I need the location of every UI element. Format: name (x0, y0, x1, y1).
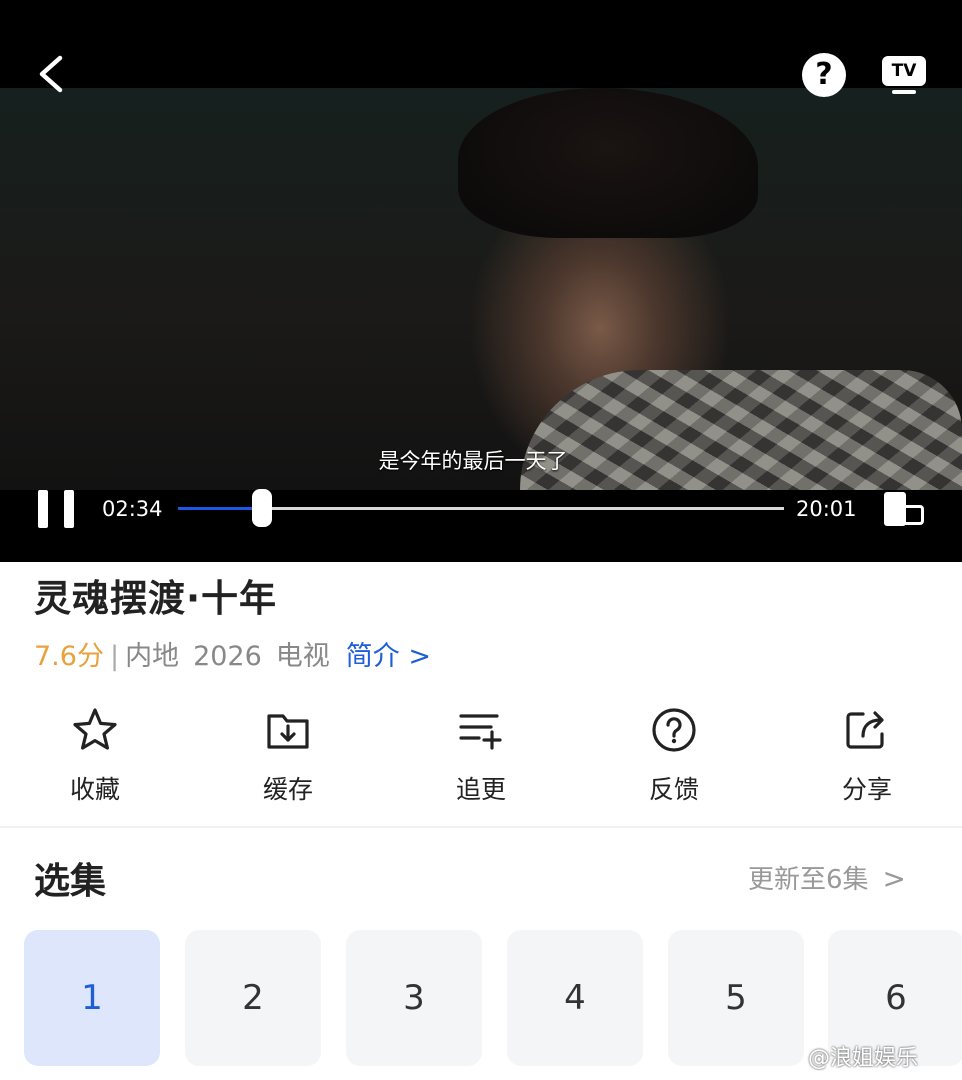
episode-button-2[interactable]: 2 (185, 930, 321, 1066)
video-player[interactable]: 是今年的最后一天了 ? TV 02:34 20:01 (0, 0, 962, 562)
tv-cast-button[interactable]: TV (880, 52, 930, 100)
watermark: @浪姐娱乐 (808, 1046, 919, 1071)
feedback-button[interactable]: 反馈 (609, 700, 739, 810)
tv-icon: TV (882, 56, 926, 86)
show-title: 灵魂摆渡·十年 (34, 577, 278, 620)
tv-stand-icon (892, 90, 916, 94)
show-meta: 7.6分 | 内地 2026 电视 简介 > (34, 634, 431, 673)
episode-button-4[interactable]: 4 (507, 930, 643, 1066)
episode-button-5[interactable]: 5 (668, 930, 804, 1066)
feedback-label: 反馈 (648, 775, 699, 804)
action-row: 收藏 缓存 追更 反馈 分享 (0, 700, 962, 820)
intro-link[interactable]: 简介 > (346, 634, 431, 673)
playlist-add-icon (459, 714, 502, 750)
back-button[interactable] (30, 52, 74, 96)
screen-rotate-icon-outline (904, 505, 924, 525)
episodes-update-link[interactable]: 更新至6集 > (748, 859, 906, 896)
question-mark-icon: ? (815, 57, 833, 92)
total-time: 20:01 (796, 497, 857, 521)
star-icon (73, 708, 117, 750)
share-icon (846, 711, 884, 749)
seek-bar[interactable] (178, 489, 784, 527)
episodes-update-text: 更新至6集 (748, 865, 869, 895)
seek-handle[interactable] (251, 489, 272, 527)
favorite-button[interactable]: 收藏 (30, 700, 160, 810)
follow-updates-button[interactable]: 追更 (416, 700, 546, 810)
show-year: 2026 (193, 641, 262, 672)
section-divider (0, 826, 962, 828)
rotate-screen-button[interactable] (880, 492, 930, 528)
download-label: 缓存 (262, 775, 313, 804)
pause-icon-bar-right (64, 490, 74, 528)
download-button[interactable]: 缓存 (223, 700, 353, 810)
chevron-right-icon: > (882, 862, 907, 895)
show-region: 内地 (125, 641, 180, 672)
question-circle-icon (652, 708, 696, 752)
share-button[interactable]: 分享 (802, 700, 932, 810)
video-subtitle: 是今年的最后一天了 (378, 449, 568, 473)
pause-icon-bar-left (38, 490, 48, 528)
screen-rotate-icon (884, 492, 906, 526)
favorite-label: 收藏 (69, 775, 120, 804)
share-label: 分享 (841, 775, 892, 804)
meta-separator: | (109, 641, 120, 672)
show-score: 7.6分 (34, 641, 104, 672)
current-time: 02:34 (102, 497, 163, 521)
episode-button-1[interactable]: 1 (24, 930, 160, 1066)
show-category: 电视 (275, 641, 330, 672)
episode-button-3[interactable]: 3 (346, 930, 482, 1066)
player-controls: 02:34 20:01 (0, 489, 962, 562)
tv-icon-label: TV (891, 61, 917, 81)
download-folder-icon (267, 714, 309, 749)
chevron-left-icon (39, 55, 63, 93)
follow-updates-label: 追更 (455, 775, 506, 804)
episodes-heading: 选集 (34, 861, 107, 902)
seek-bar-progress (178, 507, 262, 510)
help-button[interactable]: ? (802, 53, 846, 97)
pause-button[interactable] (38, 490, 74, 528)
